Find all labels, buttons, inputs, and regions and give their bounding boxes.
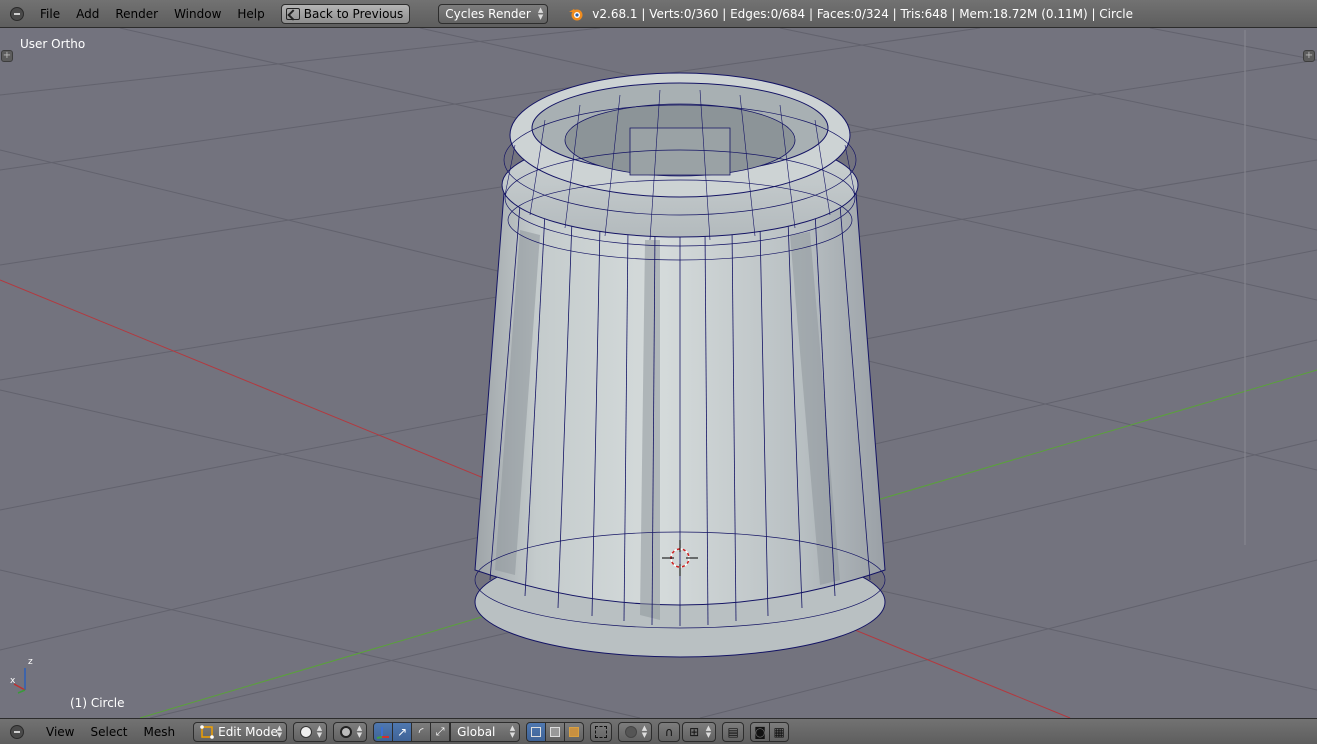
info-header: File Add Render Window Help Back to Prev…	[0, 0, 1317, 28]
edge-select-button[interactable]	[545, 721, 566, 742]
translate-manipulator-button[interactable]: ↗	[392, 721, 413, 742]
manipulator-toggle-button[interactable]	[373, 721, 394, 742]
manipulator-group: ↗ ◜ ⤢ Global ▲ ▼	[373, 721, 521, 742]
axis-gizmo	[13, 668, 26, 694]
snap-element-select[interactable]: ⊞ ▲ ▼	[682, 721, 717, 742]
render-engine-select[interactable]: Cycles Render ▲ ▼	[438, 3, 549, 24]
edit-mode-icon	[200, 724, 214, 739]
menu-render[interactable]: Render	[107, 0, 166, 28]
menu-window[interactable]: Window	[166, 0, 229, 28]
view-name-label: User Ortho	[20, 37, 86, 51]
render-buttons-group: ◙ ▦	[750, 721, 790, 742]
scale-icon: ⤢	[435, 724, 445, 738]
back-to-previous-button[interactable]: Back to Previous	[280, 3, 411, 24]
proportional-edit-icon	[625, 725, 638, 738]
rotate-manipulator-button[interactable]: ◜	[411, 721, 432, 742]
updown-arrows-icon: ▲ ▼	[641, 723, 648, 739]
viewport-scene	[0, 28, 1317, 718]
updown-arrows-icon: ▲ ▼	[316, 723, 323, 739]
layers-group	[526, 721, 585, 742]
viewport-shading-select[interactable]: ▲ ▼	[293, 721, 328, 742]
gizmo-z-label: z	[28, 657, 33, 667]
transform-orientation-select[interactable]: Global ▲ ▼	[450, 721, 521, 742]
face-select-button[interactable]	[564, 721, 585, 742]
menu-add[interactable]: Add	[68, 0, 107, 28]
limit-selection-button[interactable]	[590, 721, 613, 742]
menu-view[interactable]: View	[38, 719, 82, 744]
blender-logo-icon	[569, 8, 583, 20]
edge-select-icon	[550, 726, 561, 737]
updown-arrows-icon: ▲ ▼	[509, 723, 516, 739]
updown-arrows-icon: ▲ ▼	[356, 723, 363, 739]
render-engine-value: Cycles Render	[445, 6, 531, 21]
proportional-edit-select[interactable]: ▲ ▼	[618, 721, 653, 742]
gizmo-x-label: x	[10, 676, 16, 686]
vertex-select-icon	[531, 726, 542, 737]
3d-view-header: View Select Mesh Edit Mode ▲ ▼ ▲ ▼ ▲ ▼ ↗ ◜	[0, 718, 1317, 744]
manipulator-icon	[376, 726, 390, 739]
magnet-icon: ∩	[664, 724, 674, 739]
updown-arrows-icon: ▲ ▼	[705, 723, 712, 739]
editor-type-icon[interactable]	[10, 6, 24, 21]
solid-shading-icon	[300, 725, 313, 738]
snap-increment-icon: ⊞	[689, 724, 700, 739]
camera-icon: ◙	[754, 724, 766, 739]
opengl-render-button[interactable]: ▤	[722, 721, 745, 742]
snap-toggle-button[interactable]: ∩	[658, 721, 681, 742]
vertex-select-button[interactable]	[526, 721, 547, 742]
scene-stats: v2.68.1 | Verts:0/360 | Edges:0/684 | Fa…	[592, 6, 1134, 21]
face-select-icon	[569, 726, 580, 737]
mode-select[interactable]: Edit Mode ▲ ▼	[193, 721, 288, 742]
render-animation-button[interactable]: ▦	[769, 721, 790, 742]
menu-help[interactable]: Help	[229, 0, 272, 28]
pivot-point-select[interactable]: ▲ ▼	[333, 721, 368, 742]
menu-mesh[interactable]: Mesh	[136, 719, 184, 744]
back-icon	[285, 7, 300, 20]
pivot-point-icon	[340, 725, 353, 738]
updown-arrows-icon: ▲ ▼	[537, 5, 544, 21]
render-image-button[interactable]: ◙	[750, 721, 771, 742]
3d-viewport[interactable]: z x User Ortho (1) Circle + +	[0, 28, 1317, 718]
rotate-arc-icon: ◜	[418, 724, 424, 739]
translate-arrow-icon: ↗	[397, 724, 408, 739]
tool-shelf-toggle-icon[interactable]: +	[1, 50, 13, 62]
orientation-value: Global	[457, 724, 496, 739]
menu-select[interactable]: Select	[82, 719, 135, 744]
limit-selection-icon	[595, 725, 608, 738]
scale-manipulator-button[interactable]: ⤢	[430, 721, 451, 742]
mode-value: Edit Mode	[218, 724, 278, 739]
menu-file[interactable]: File	[32, 0, 68, 28]
active-object-label: (1) Circle	[70, 696, 125, 710]
editor-type-icon[interactable]	[10, 724, 24, 739]
properties-toggle-icon[interactable]: +	[1303, 50, 1315, 62]
opengl-render-icon: ▤	[727, 724, 739, 739]
clapperboard-icon: ▦	[773, 724, 785, 739]
back-to-previous-label: Back to Previous	[303, 6, 404, 21]
updown-arrows-icon: ▲ ▼	[276, 723, 283, 739]
